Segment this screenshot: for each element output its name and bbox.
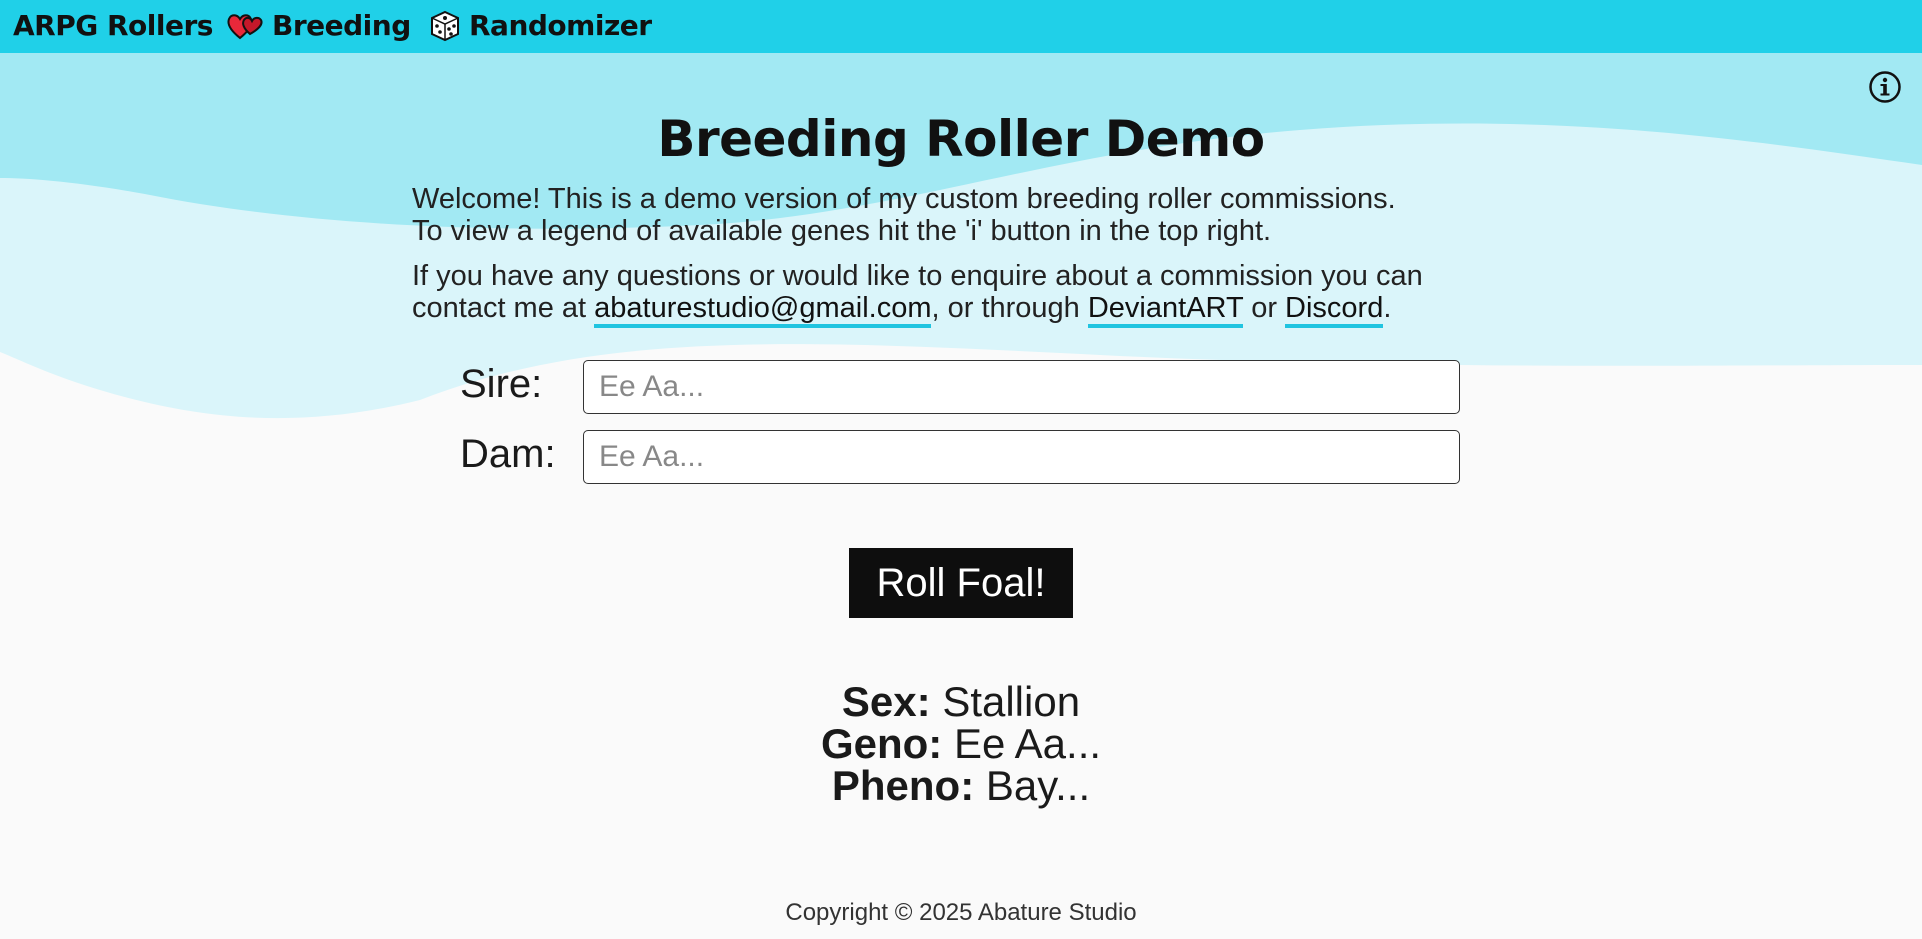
page-title: Breeding Roller Demo — [657, 110, 1265, 168]
dam-label: Dam: — [460, 432, 556, 476]
intro-line-2: To view a legend of available genes hit … — [412, 215, 1272, 247]
nav-brand[interactable]: ARPG Rollers — [13, 9, 213, 42]
footer-copyright: Copyright © 2025 Abature Studio — [785, 899, 1137, 926]
intro-paragraph: Welcome! This is a demo version of my cu… — [412, 183, 1512, 247]
deviantart-link[interactable]: DeviantART — [1087, 292, 1244, 328]
info-icon[interactable] — [1868, 70, 1902, 104]
intro-line-1: Welcome! This is a demo version of my cu… — [412, 183, 1396, 215]
result-pheno-value: Bay... — [985, 762, 1091, 809]
discord-link[interactable]: Discord — [1285, 292, 1384, 328]
dam-input[interactable] — [583, 430, 1460, 484]
nav-item-breeding[interactable]: Breeding — [226, 9, 411, 42]
result-sex-label: Sex: — [841, 678, 931, 725]
hearts-icon — [227, 13, 263, 39]
contact-text-or: or — [1243, 292, 1286, 324]
nav-label-randomizer: Randomizer — [469, 9, 652, 42]
page: ARPG Rollers Breeding Randomizer Breedin… — [0, 0, 1922, 939]
contact-paragraph: If you have any questions or would like … — [412, 260, 1512, 328]
email-link[interactable]: abaturestudio@gmail.com — [594, 292, 932, 328]
nav-label-breeding: Breeding — [272, 9, 411, 42]
contact-text-mid: , or through — [931, 292, 1088, 324]
result-pheno-label: Pheno: — [831, 762, 975, 809]
roll-foal-button[interactable]: Roll Foal! — [849, 548, 1073, 618]
contact-text-suffix: . — [1383, 292, 1392, 324]
sire-input[interactable] — [583, 360, 1460, 414]
sire-label: Sire: — [460, 362, 543, 406]
result-pheno: Pheno: Bay... — [0, 765, 1922, 807]
result-geno-value: Ee Aa... — [953, 720, 1102, 767]
result-geno: Geno: Ee Aa... — [0, 723, 1922, 765]
result-sex: Sex: Stallion — [0, 681, 1922, 723]
nav-item-randomizer[interactable]: Randomizer — [429, 9, 652, 42]
main-content: Breeding Roller Demo Welcome! This is a … — [0, 0, 1922, 939]
result-geno-label: Geno: — [820, 720, 943, 767]
top-navbar: ARPG Rollers Breeding Randomizer — [0, 0, 1922, 53]
result-sex-value: Stallion — [942, 678, 1081, 725]
dice-icon — [431, 10, 459, 41]
